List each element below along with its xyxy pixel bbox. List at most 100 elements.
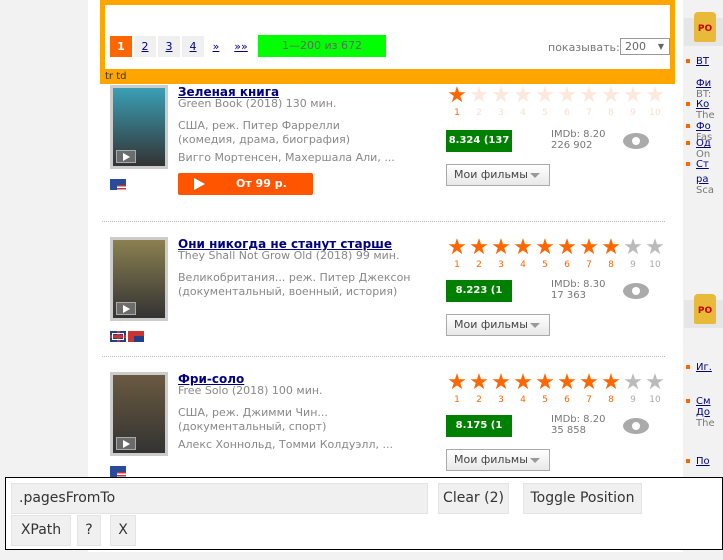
- film-poster[interactable]: [110, 85, 168, 169]
- star-rating: ★ 1 ★ 2 ★ 3 ★ 4 ★ 5 ★ 6 ★ 7 ★ 8 ★ 9 ★ 10: [446, 237, 666, 271]
- flag-gb-icon: [110, 331, 126, 342]
- country-flags: [110, 466, 126, 477]
- rating-star[interactable]: ★ 6: [556, 85, 578, 119]
- eye-icon[interactable]: [623, 283, 649, 299]
- close-button[interactable]: X: [110, 515, 136, 546]
- poster-image: [113, 240, 165, 318]
- rating-star[interactable]: ★ 7: [578, 237, 600, 271]
- rating-star[interactable]: ★ 2: [468, 237, 490, 271]
- sidebar-box: PO BT Фи BT: Ко The Фо Fas Од On Ст ра Sca: [684, 12, 723, 263]
- rating-star[interactable]: ★ 1: [446, 372, 468, 406]
- eye-icon[interactable]: [623, 418, 649, 434]
- star-icon: ★: [447, 370, 467, 395]
- rating-star[interactable]: ★ 9: [622, 237, 644, 271]
- rating-star[interactable]: ★ 4: [512, 237, 534, 271]
- rating-star[interactable]: ★ 1: [446, 237, 468, 271]
- star-number: 5: [542, 395, 548, 405]
- rating-star[interactable]: ★ 8: [600, 372, 622, 406]
- help-button[interactable]: ?: [77, 515, 101, 546]
- rating-star[interactable]: ★ 3: [490, 237, 512, 271]
- popcorn-logo: PO: [694, 294, 716, 324]
- star-icon: ★: [557, 370, 577, 395]
- sidebar-link[interactable]: ра: [696, 174, 708, 185]
- star-number: 5: [542, 260, 548, 270]
- sidebar-link[interactable]: Фо: [696, 121, 711, 132]
- next-page-link[interactable]: »: [209, 36, 223, 57]
- rating-star[interactable]: ★ 6: [556, 372, 578, 406]
- imdb-votes: 17 363: [551, 290, 586, 301]
- imdb-score: IMDb: 8.20: [551, 414, 606, 425]
- star-number: 5: [542, 108, 548, 118]
- rating-badge[interactable]: 8.223 (1 945): [446, 280, 512, 318]
- eye-icon[interactable]: [623, 133, 649, 149]
- star-icon: ★: [491, 370, 511, 395]
- rating-star[interactable]: ★ 3: [490, 372, 512, 406]
- sidebar-link[interactable]: Фи: [696, 78, 711, 89]
- my-films-dropdown[interactable]: Мои фильмы: [446, 449, 550, 471]
- page-2[interactable]: 2: [134, 36, 156, 57]
- last-page-link[interactable]: »»: [232, 36, 250, 57]
- star-icon: ★: [447, 83, 467, 108]
- rating-badge[interactable]: 8.175 (1 295): [446, 415, 512, 453]
- page-1[interactable]: 1: [110, 36, 132, 57]
- play-icon[interactable]: [116, 302, 136, 315]
- xpath-button[interactable]: XPath: [11, 515, 71, 546]
- star-number: 2: [476, 108, 482, 118]
- film-genres: (документальный, военный, история): [178, 285, 398, 298]
- film-info: США, реж. Питер Фаррелли (комедия, драма,…: [178, 119, 350, 147]
- rating-badge[interactable]: 8.324 (137 386): [446, 130, 512, 168]
- page-4[interactable]: 4: [182, 36, 204, 57]
- rating-star[interactable]: ★ 1: [446, 85, 468, 119]
- rating-star[interactable]: ★ 2: [468, 85, 490, 119]
- per-page-select[interactable]: 200 ▼: [620, 38, 670, 55]
- rating-star[interactable]: ★ 8: [600, 237, 622, 271]
- star-icon: ★: [513, 370, 533, 395]
- page-3[interactable]: 3: [158, 36, 180, 57]
- rating-star[interactable]: ★ 5: [534, 85, 556, 119]
- play-icon[interactable]: [116, 437, 136, 450]
- star-number: 10: [649, 260, 661, 270]
- dropdown-arrow-icon: ▼: [657, 42, 664, 51]
- rating-star[interactable]: ★ 10: [644, 237, 666, 271]
- sidebar-link[interactable]: До: [696, 407, 710, 418]
- toggle-position-button[interactable]: Toggle Position: [523, 483, 642, 514]
- rating-star[interactable]: ★ 9: [622, 372, 644, 406]
- film-poster[interactable]: [110, 237, 168, 321]
- sidebar-link[interactable]: По: [696, 456, 710, 467]
- sidebar-link[interactable]: Иг.: [696, 362, 712, 373]
- rating-star[interactable]: ★ 3: [490, 85, 512, 119]
- rating-star[interactable]: ★ 8: [600, 85, 622, 119]
- rating-star[interactable]: ★ 4: [512, 372, 534, 406]
- star-icon: ★: [623, 235, 643, 260]
- rating-star[interactable]: ★ 5: [534, 372, 556, 406]
- star-number: 1: [454, 260, 460, 270]
- film-info: США, реж. Джимми Чин... (документальный, …: [178, 406, 328, 434]
- film-poster[interactable]: [110, 372, 168, 456]
- star-icon: ★: [557, 235, 577, 260]
- rating-star[interactable]: ★ 4: [512, 85, 534, 119]
- rating-star[interactable]: ★ 9: [622, 85, 644, 119]
- selector-input[interactable]: .pagesFromTo: [11, 483, 428, 514]
- play-icon[interactable]: [116, 150, 136, 163]
- buy-button[interactable]: От 99 р.: [178, 173, 313, 195]
- sidebar-link[interactable]: Од: [696, 138, 711, 149]
- sidebar-link[interactable]: BT: [696, 56, 709, 67]
- rating-star[interactable]: ★ 10: [644, 372, 666, 406]
- rating-star[interactable]: ★ 5: [534, 237, 556, 271]
- pagination-bar: 1 2 3 4 » »» 1—200 из 672 показывать: 20…: [105, 5, 670, 69]
- rating-star[interactable]: ★ 10: [644, 85, 666, 119]
- bullet-icon: [686, 162, 690, 166]
- sidebar-link[interactable]: См: [696, 396, 711, 407]
- my-films-dropdown[interactable]: Мои фильмы: [446, 164, 550, 186]
- my-films-dropdown[interactable]: Мои фильмы: [446, 314, 550, 336]
- sidebar-link[interactable]: Ко: [696, 99, 709, 110]
- star-icon: ★: [623, 83, 643, 108]
- rating-star[interactable]: ★ 6: [556, 237, 578, 271]
- rating-star[interactable]: ★ 7: [578, 85, 600, 119]
- sidebar-link[interactable]: Ст: [696, 159, 709, 170]
- rating-star[interactable]: ★ 7: [578, 372, 600, 406]
- sidebar-header: PO: [684, 12, 723, 46]
- film-original-title: Green Book (2018) 130 мин.: [178, 97, 337, 110]
- clear-button[interactable]: Clear (2): [438, 483, 509, 514]
- rating-star[interactable]: ★ 2: [468, 372, 490, 406]
